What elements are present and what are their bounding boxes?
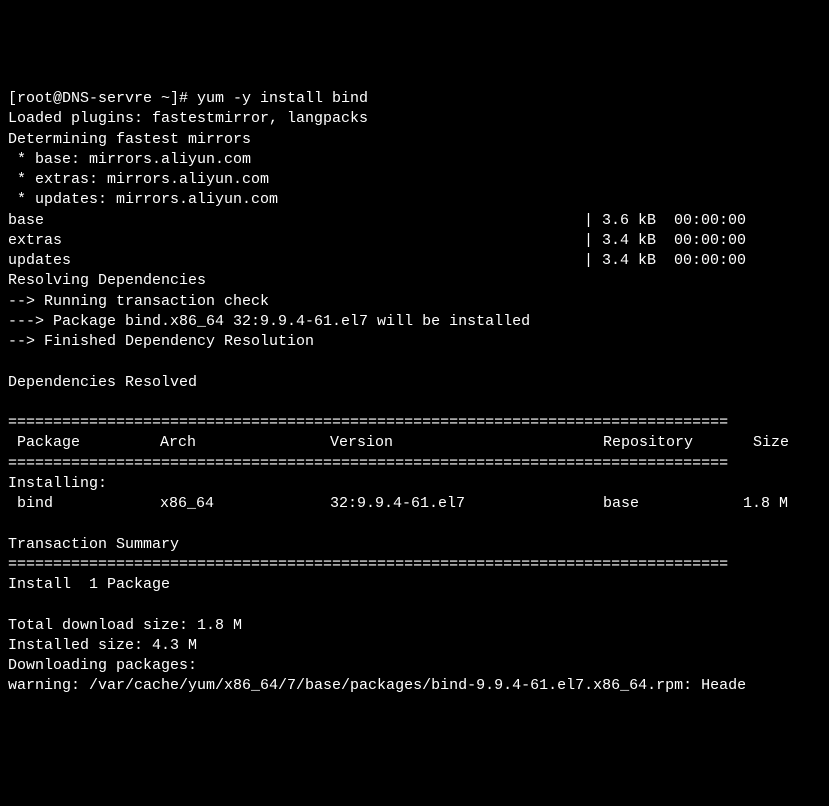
repo-row: extras| 3.4 kB 00:00:00 <box>8 232 746 249</box>
divider: ========================================… <box>8 455 728 472</box>
output-line: --> Finished Dependency Resolution <box>8 333 314 350</box>
terminal-output: [root@DNS-servre ~]# yum -y install bind… <box>8 89 821 697</box>
table-header: PackageArchVersionRepositorySize <box>8 434 789 451</box>
shell-prompt: [root@DNS-servre ~]# <box>8 90 197 107</box>
output-line: ---> Package bind.x86_64 32:9.9.4-61.el7… <box>8 313 530 330</box>
output-line: Installing: <box>8 475 107 492</box>
output-line: Install 1 Package <box>8 576 170 593</box>
output-line: Downloading packages: <box>8 657 197 674</box>
output-line: Resolving Dependencies <box>8 272 206 289</box>
output-line: * base: mirrors.aliyun.com <box>8 151 251 168</box>
output-line: Installed size: 4.3 M <box>8 637 197 654</box>
output-line: Transaction Summary <box>8 536 179 553</box>
output-line: warning: /var/cache/yum/x86_64/7/base/pa… <box>8 677 746 694</box>
output-line: --> Running transaction check <box>8 293 269 310</box>
shell-command[interactable]: yum -y install bind <box>197 90 368 107</box>
output-line: Determining fastest mirrors <box>8 131 251 148</box>
repo-row: updates| 3.4 kB 00:00:00 <box>8 252 746 269</box>
repo-row: base| 3.6 kB 00:00:00 <box>8 212 746 229</box>
output-line: * updates: mirrors.aliyun.com <box>8 191 278 208</box>
table-row: bindx86_6432:9.9.4-61.el7base1.8 M <box>8 495 788 512</box>
output-line: * extras: mirrors.aliyun.com <box>8 171 269 188</box>
divider: ========================================… <box>8 556 728 573</box>
output-line: Dependencies Resolved <box>8 374 197 391</box>
divider: ========================================… <box>8 414 728 431</box>
output-line: Loaded plugins: fastestmirror, langpacks <box>8 110 368 127</box>
output-line: Total download size: 1.8 M <box>8 617 242 634</box>
